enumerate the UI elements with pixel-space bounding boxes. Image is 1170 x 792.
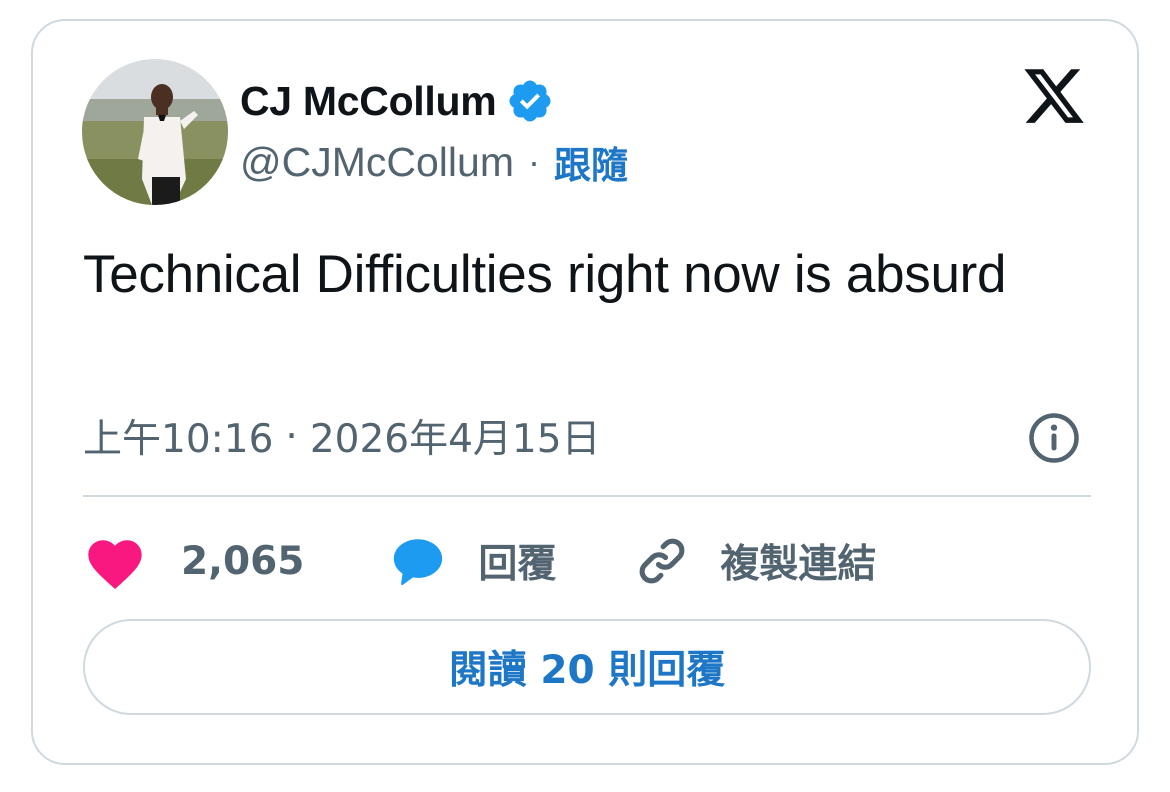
tweet-text: Technical Difficulties right now is absu… (83, 245, 1007, 304)
like-button[interactable]: 2,065 (83, 533, 304, 589)
author-handle[interactable]: @CJMcCollum (240, 139, 514, 186)
avatar-photo (82, 59, 228, 205)
speech-bubble-icon (394, 539, 443, 586)
copy-link-button[interactable]: 複製連結 (634, 533, 876, 589)
verified-badge-icon (509, 80, 551, 122)
tweet-time[interactable]: 上午10:16 (83, 408, 273, 464)
read-replies-button[interactable]: 閱讀 20 則回覆 (83, 619, 1091, 715)
tweet-date[interactable]: 2026年4月15日 (310, 408, 601, 464)
separator-dot: · (527, 141, 540, 182)
avatar[interactable] (82, 59, 228, 205)
author-display-name[interactable]: CJ McCollum (240, 78, 497, 125)
author-handle-row: @CJMcCollum · 跟隨 (240, 135, 628, 189)
x-logo-icon[interactable] (1021, 63, 1087, 129)
divider (83, 495, 1091, 497)
reply-button[interactable]: 回覆 (388, 532, 556, 590)
follow-button[interactable]: 跟隨 (554, 135, 628, 189)
heart-icon (88, 540, 142, 589)
like-count: 2,065 (181, 538, 305, 584)
timestamp-separator: · (285, 413, 298, 459)
info-icon[interactable] (1027, 411, 1081, 465)
action-bar: 2,065 回覆 複製連結 (83, 529, 876, 593)
reply-label: 回覆 (478, 542, 557, 587)
copy-link-label: 複製連結 (720, 542, 877, 587)
tweet-timestamp[interactable]: 上午10:16 · 2026年4月15日 (83, 408, 601, 464)
link-icon (639, 538, 685, 584)
author-name-row: CJ McCollum (240, 73, 554, 129)
tweet-embed-card: CJ McCollum @CJMcCollum · 跟隨 Technical D… (31, 19, 1139, 765)
